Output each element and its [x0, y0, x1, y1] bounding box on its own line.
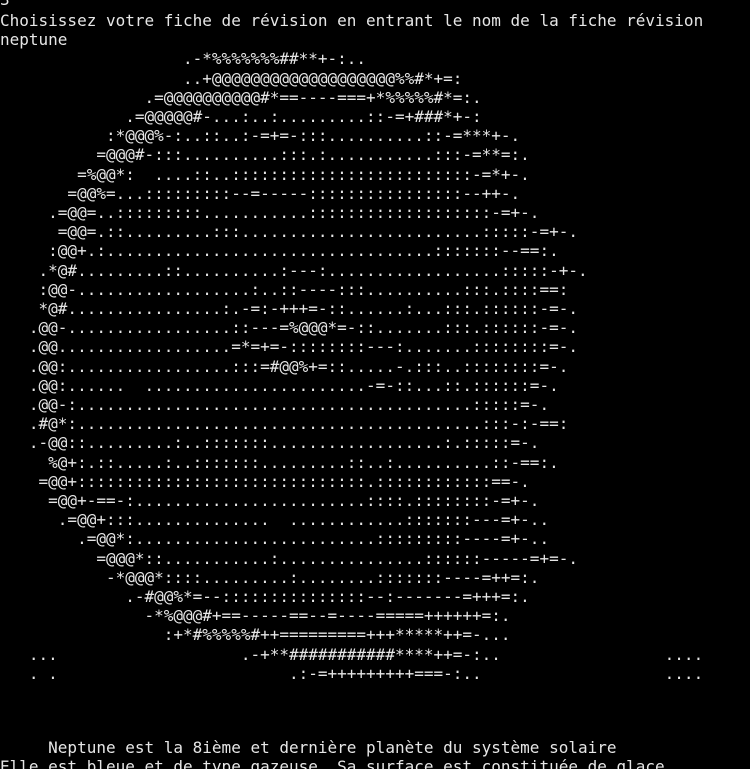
ascii-art-line: .@@:.................:::=#@@%+=::.....-.…: [0, 357, 569, 376]
ascii-art-line: :*@@@%-:..::..:-=+=-:::..........::-=***…: [0, 126, 521, 145]
ascii-art-line: .@@-.................::---=%@@@*=-::....…: [0, 318, 578, 337]
ascii-art-line: .@@-:...................................…: [0, 395, 550, 414]
ascii-art-line: -*%@@@#+==-----==--=----=====++++++=:.: [0, 606, 511, 625]
user-entry: neptune: [0, 30, 68, 49]
ascii-art-line: .=@@+:::.............. ............:::::…: [0, 510, 550, 529]
ascii-art-line: .=@@@@@@@@@@#*==----===+*%%%%%#*=:.: [0, 88, 482, 107]
ascii-art-line: =@@+::::::::::::::::::::::::::::::.:::::…: [0, 472, 530, 491]
terminal-window: 3 Choisissez votre fiche de révision en …: [0, 0, 750, 769]
ascii-art-line: ... .-+**###########****++=-:.. ....: [0, 645, 704, 664]
description-line-1: Neptune est la 8ième et dernière planète…: [0, 738, 617, 757]
ascii-art-line: =%@@*: ....::..:::::::::::::::::::::::::…: [0, 165, 530, 184]
ascii-art-line: *@#................:.-=:-+++=-::......:.…: [0, 299, 578, 318]
ascii-art-line: =@@@#-:::..........:::.:...........:::-=…: [0, 145, 530, 164]
ascii-art-line: .-@@::.........:..:::::::...............…: [0, 433, 540, 452]
input-echo: 3: [0, 0, 10, 9]
ascii-art-line: .@@..................=*=+=-::::::::---:.…: [0, 337, 578, 356]
ascii-art-line: =@@@*::...........:...............::::::…: [0, 549, 578, 568]
ascii-art-line: .-*%%%%%%%##**+-:..: [0, 49, 367, 68]
ascii-art-line: .#@*:...................................…: [0, 414, 569, 433]
ascii-art-line: .@@:...... .......................-=-::.…: [0, 376, 559, 395]
ascii-art-line: :@@+.:..................................…: [0, 241, 559, 260]
ascii-art-line: :+*#%%%%%#++=========+++*****++=-...: [0, 625, 511, 644]
prompt-text: Choisissez votre fiche de révision en en…: [0, 11, 704, 30]
ascii-art-line: =@@+-==-:........................::::.::…: [0, 491, 540, 510]
ascii-art-line: -*@@@*::::.........:........:::::::----=…: [0, 568, 540, 587]
ascii-art-line: :@@-..................:..::----:::......…: [0, 280, 569, 299]
ascii-art-line: .=@@@@@#-...:..:.........::-=+###*+-:: [0, 107, 482, 126]
ascii-art-line: . . .:-=+++++++++===-:.. ....: [0, 664, 704, 683]
ascii-art-line: ..+@@@@@@@@@@@@@@@@@@@%%#*+=:: [0, 69, 463, 88]
ascii-art-line: =@@%=...:::::::::--=-----:::::::::::::::…: [0, 184, 521, 203]
ascii-art-line: .=@@=..:::::::::...........:::::::::::::…: [0, 203, 540, 222]
ascii-art-line: .-#@@%*=--:::::::::::::::--:-------=+++=…: [0, 587, 530, 606]
description-line-2: Elle est bleue et de type gazeuse. Sa su…: [0, 757, 675, 769]
ascii-art-line: .=@@*:.........................:::::::::…: [0, 529, 550, 548]
ascii-art-line: %@+:.::.....:..:::::::.........::..:....…: [0, 453, 559, 472]
ascii-art-line: =@@=.::.........:::.....................…: [0, 222, 578, 241]
ascii-art-line: .*@#.........::..........:---:..........…: [0, 261, 588, 280]
ascii-art-planet: .-*%%%%%%%##**+-:.. ..+@@@@@@@@@@@@@@@@@…: [0, 49, 750, 769]
